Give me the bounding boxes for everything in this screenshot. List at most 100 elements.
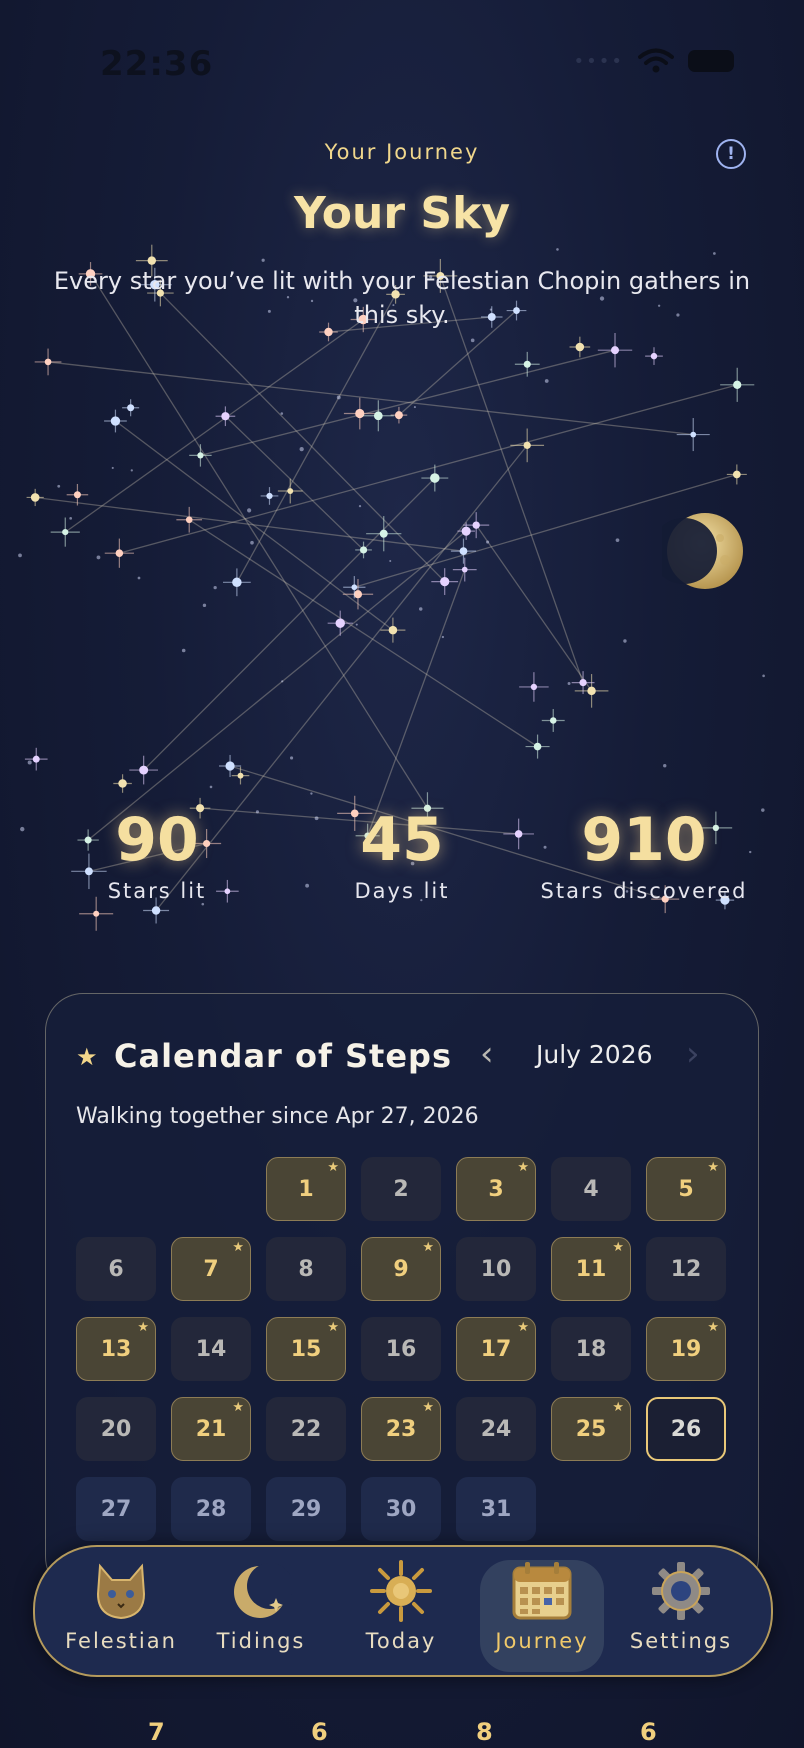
faint-star [27, 760, 32, 765]
lit-star-icon: ★ [232, 1240, 244, 1255]
tab-felestian[interactable]: Felestian [51, 1555, 191, 1653]
calendar-day[interactable]: 9 ★ [361, 1237, 441, 1301]
lit-star-icon: ★ [707, 1320, 719, 1335]
day-number: 26 [670, 1416, 702, 1442]
constellation-line [439, 275, 584, 683]
current-month: July 2026 [536, 1040, 653, 1069]
calendar-day[interactable]: 15 ★ [266, 1317, 346, 1381]
day-number: 11 [575, 1256, 607, 1282]
tab-today[interactable]: Today [331, 1555, 471, 1653]
day-number: 12 [670, 1256, 702, 1282]
calendar-day[interactable]: 12 [646, 1237, 726, 1301]
day-number: 29 [290, 1496, 322, 1522]
tab-tidings[interactable]: Tidings [191, 1555, 331, 1653]
day-number: 3 [488, 1176, 504, 1202]
week-count: 6 [311, 1718, 328, 1746]
day-number: 8 [298, 1256, 314, 1282]
day-number: 17 [480, 1336, 512, 1362]
tab-settings[interactable]: Settings [611, 1555, 751, 1653]
calendar-day[interactable]: 1 ★ [266, 1157, 346, 1221]
star [645, 347, 663, 365]
faint-star [57, 484, 61, 488]
calendar-day[interactable]: 23 ★ [361, 1397, 441, 1461]
calendar-day[interactable]: 29 [266, 1477, 346, 1541]
calendar-day[interactable]: 28 [171, 1477, 251, 1541]
faint-star [544, 379, 549, 383]
faint-star [213, 586, 217, 590]
faint-star [137, 576, 141, 580]
constellation-line [475, 524, 593, 692]
calendar-day[interactable]: 16 [361, 1317, 441, 1381]
day-number: 13 [100, 1336, 132, 1362]
faint-star [247, 508, 252, 513]
calendar-day[interactable]: 10 [456, 1237, 536, 1301]
calendar-day[interactable]: 27 [76, 1477, 156, 1541]
calendar-day[interactable]: 14 [171, 1317, 251, 1381]
calendar-day[interactable]: 11 ★ [551, 1237, 631, 1301]
calendar-day[interactable]: 22 [266, 1397, 346, 1461]
next-month-button[interactable]: › [686, 1034, 700, 1074]
calendar-day[interactable]: 21 ★ [171, 1397, 251, 1461]
calendar-day[interactable]: 24 [456, 1397, 536, 1461]
moon-icon [662, 513, 743, 589]
star [343, 397, 376, 430]
star [113, 774, 132, 793]
crescent-moon-icon [234, 1563, 292, 1618]
previous-month-button[interactable]: ‹ [480, 1034, 494, 1074]
stat-label: Stars lit [107, 879, 207, 903]
constellation-line [200, 349, 616, 457]
constellation-line [367, 569, 466, 836]
calendar-day[interactable]: 25 ★ [551, 1397, 631, 1461]
stat-value: 90 [115, 805, 199, 875]
faint-star [623, 639, 627, 643]
star [726, 464, 747, 485]
star [260, 487, 279, 505]
star [541, 709, 565, 732]
calendar-title: Calendar of Steps [114, 1037, 452, 1075]
faint-star [567, 682, 571, 686]
faint-star [111, 466, 114, 470]
calendar-day[interactable]: 3 ★ [456, 1157, 536, 1221]
day-number: 19 [670, 1336, 702, 1362]
star [450, 538, 477, 564]
faint-star [96, 555, 101, 560]
faint-star [615, 538, 620, 543]
tab-label: Tidings [216, 1629, 306, 1653]
star [189, 444, 212, 467]
calendar-day[interactable]: 2 [361, 1157, 441, 1221]
star [597, 332, 633, 368]
calendar-day[interactable]: 7 ★ [171, 1237, 251, 1301]
calendar-day[interactable]: 4 [551, 1157, 631, 1221]
lit-star-icon: ★ [137, 1320, 149, 1335]
star [34, 348, 62, 376]
day-number: 18 [575, 1336, 607, 1362]
stat-label: Days lit [354, 879, 450, 903]
calendar-day[interactable]: 31 [456, 1477, 536, 1541]
calendar-day[interactable]: 18 [551, 1317, 631, 1381]
star [277, 478, 303, 504]
constellation-line [119, 384, 738, 554]
day-number: 5 [678, 1176, 694, 1202]
faint-star [355, 623, 358, 626]
info-icon[interactable]: ! [716, 139, 746, 169]
star [176, 506, 203, 533]
calendar-day[interactable]: 19 ★ [646, 1317, 726, 1381]
calendar-day[interactable]: 13 ★ [76, 1317, 156, 1381]
faint-star [712, 252, 716, 255]
week-count: 7 [148, 1718, 165, 1746]
calendar-day[interactable]: 8 [266, 1237, 346, 1301]
day-number: 30 [385, 1496, 417, 1522]
star [231, 766, 250, 785]
tab-journey[interactable]: Journey [472, 1555, 612, 1653]
calendar-day[interactable]: 26 [646, 1397, 726, 1461]
calendar-day[interactable]: 6 [76, 1237, 156, 1301]
calendar-day[interactable]: 20 [76, 1397, 156, 1461]
faint-star [299, 446, 304, 452]
faint-star [389, 559, 392, 562]
calendar-day[interactable]: 17 ★ [456, 1317, 536, 1381]
day-number: 9 [393, 1256, 409, 1282]
constellation-line [159, 292, 446, 583]
calendar-day[interactable]: 5 ★ [646, 1157, 726, 1221]
calendar-day[interactable]: 30 [361, 1477, 441, 1541]
faint-star [761, 808, 765, 812]
